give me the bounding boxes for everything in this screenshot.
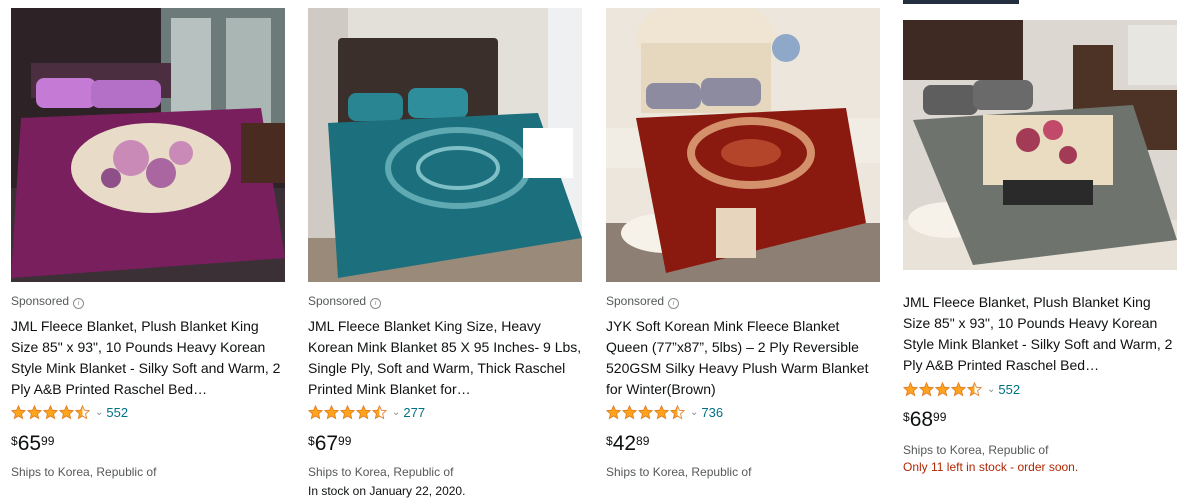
price-whole: 67 [314,432,339,455]
shipping-info: Ships to Korea, Republic of [903,443,1049,457]
price[interactable]: $4289 [606,432,649,460]
product-title-link[interactable]: JYK Soft Korean Mink Fleece Blanket Quee… [606,316,882,400]
chevron-down-icon[interactable]: ⌄ [95,407,103,418]
product-title-link[interactable]: JML Fleece Blanket, Plush Blanket King S… [903,292,1179,376]
product-card[interactable]: Sponsored i JML Fleece Blanket, Plush Bla… [11,0,301,500]
star-icon [967,381,982,396]
price-whole: 42 [612,432,637,455]
star-rating[interactable] [903,381,983,397]
star-icon [308,404,323,419]
product-card[interactable]: JML Fleece Blanket, Plush Blanket King S… [903,0,1185,500]
product-image[interactable] [11,8,285,282]
info-icon[interactable]: i [73,298,85,309]
star-icon [622,404,637,419]
product-card[interactable]: Sponsored i JYK Soft Korean Mink Fleece B… [606,0,896,500]
rating-row[interactable]: ⌄ 552 [11,403,128,421]
price-fraction: 99 [933,410,947,424]
sponsored-label[interactable]: Sponsored i [308,294,382,309]
shipping-info: Ships to Korea, Republic of [11,465,157,479]
stock-status: In stock on January 22, 2020. [308,484,466,498]
rating-row[interactable]: ⌄ 277 [308,403,425,421]
product-title-link[interactable]: JML Fleece Blanket King Size, Heavy Kore… [308,316,584,400]
price-fraction: 99 [41,434,55,448]
star-icon [11,404,26,419]
star-icon [27,404,42,419]
price-symbol: $ [11,434,18,448]
sponsored-label[interactable]: Sponsored i [606,294,680,309]
review-count-link[interactable]: 552 [998,382,1020,397]
product-title-link[interactable]: JML Fleece Blanket, Plush Blanket King S… [11,316,287,400]
price-symbol: $ [903,410,910,424]
product-image[interactable] [606,8,880,282]
star-icon [43,404,58,419]
price-whole: 65 [17,432,42,455]
product-card[interactable]: Sponsored i JML Fleece Blanket King Size,… [308,0,598,500]
shipping-info: Ships to Korea, Republic of [606,465,752,479]
star-icon [59,404,74,419]
review-count-link[interactable]: 277 [403,405,425,420]
price-symbol: $ [606,434,613,448]
star-icon [638,404,653,419]
price[interactable]: $6799 [308,432,351,460]
star-icon [654,404,669,419]
chevron-down-icon[interactable]: ⌄ [690,407,698,418]
star-icon [75,404,90,419]
star-icon [372,404,387,419]
price-whole: 68 [909,408,934,431]
star-icon [324,404,339,419]
price-fraction: 89 [636,434,650,448]
star-icon [919,381,934,396]
shipping-info: Ships to Korea, Republic of [308,465,454,479]
info-icon[interactable]: i [370,298,382,309]
price-symbol: $ [308,434,315,448]
star-rating[interactable] [308,404,388,420]
star-icon [903,381,918,396]
chevron-down-icon[interactable]: ⌄ [392,407,400,418]
product-image[interactable] [308,8,582,282]
star-rating[interactable] [606,404,686,420]
star-icon [935,381,950,396]
info-icon[interactable]: i [668,298,680,309]
highlight-bar [903,0,1019,4]
star-icon [951,381,966,396]
rating-row[interactable]: ⌄ 736 [606,403,723,421]
star-icon [340,404,355,419]
price-fraction: 99 [338,434,352,448]
sponsored-label[interactable]: Sponsored i [11,294,85,309]
star-icon [670,404,685,419]
star-rating[interactable] [11,404,91,420]
star-icon [356,404,371,419]
product-image[interactable] [903,20,1177,270]
chevron-down-icon[interactable]: ⌄ [987,384,995,395]
review-count-link[interactable]: 552 [106,405,128,420]
price[interactable]: $6599 [11,432,54,460]
review-count-link[interactable]: 736 [701,405,723,420]
rating-row[interactable]: ⌄ 552 [903,380,1020,398]
stock-status: Only 11 left in stock - order soon. [903,460,1079,474]
star-icon [606,404,621,419]
price[interactable]: $6899 [903,408,946,436]
